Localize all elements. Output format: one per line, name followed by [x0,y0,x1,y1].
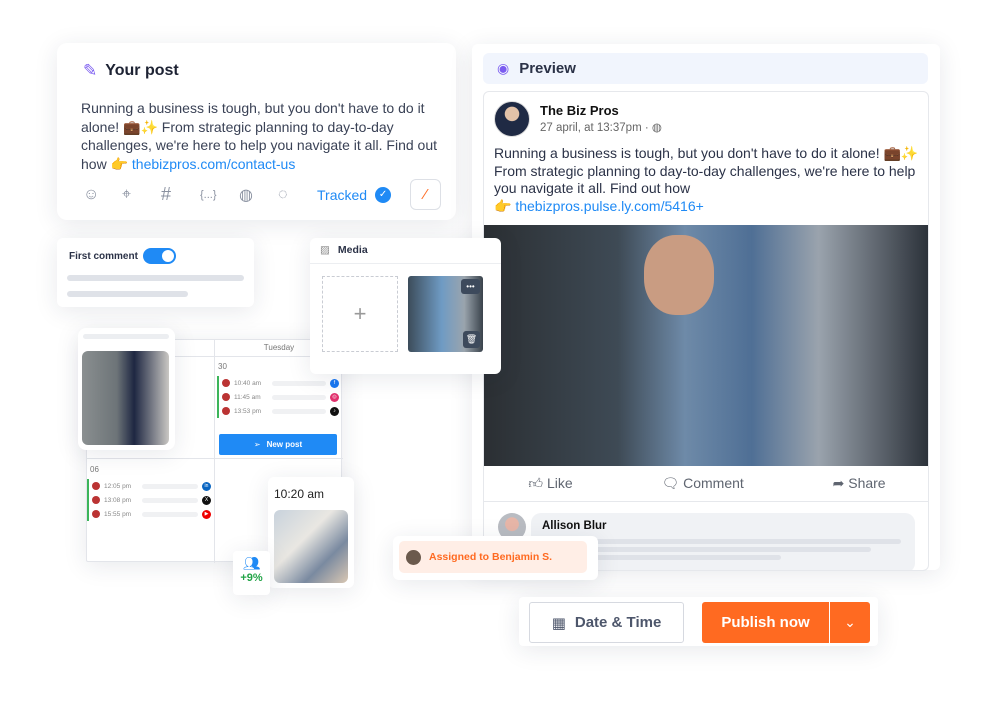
publish-options-dropdown[interactable]: ⌄ [830,602,870,643]
avatar [222,379,230,387]
preview-title: Preview [519,60,576,77]
post-image [484,225,928,466]
add-media-button[interactable]: + [322,276,398,352]
growth-value: +9% [240,572,263,584]
page-avatar [494,101,530,137]
trash-icon[interactable]: 🗑︎ [463,331,480,348]
avatar [92,496,100,504]
scheduled-post-slot[interactable]: 13:08 pm X [87,493,211,507]
preview-panel: ◉ Preview The Biz Pros 27 april, at 13:3… [472,44,940,571]
share-icon: ➦ [832,475,845,491]
slot-placeholder [272,380,326,386]
slot-placeholder [272,394,326,400]
date-06: 06 [90,465,99,474]
scheduled-post-slot[interactable]: 12:05 pm in [87,479,211,493]
first-comment-card: First comment [57,238,254,307]
first-comment-toggle[interactable] [143,248,176,264]
media-title: Media [337,244,368,256]
globe-icon[interactable]: ◍ [239,185,278,205]
new-post-button[interactable]: ➢ New post [219,434,337,455]
instagram-icon: ◎ [330,392,339,402]
scheduled-post-slot[interactable]: 10:40 am f [217,376,339,390]
photo-card [78,328,175,450]
media-thumbnail[interactable]: ••• 🗑︎ [408,276,483,352]
users-icon: 👥︎ [242,555,261,571]
page-name: The Biz Pros [540,103,619,118]
avatar [222,393,230,401]
avatar [222,407,230,415]
scheduled-post-slot[interactable]: 13:53 pm ♪ [217,404,339,418]
slot-placeholder [142,483,198,489]
tiktok-icon: ♪ [330,406,339,416]
facebook-post-preview: The Biz Pros 27 april, at 13:37pm · ◍ Ru… [483,91,929,571]
preview-link[interactable]: thebizpros.pulse.ly.com/5416+ [515,198,703,214]
publish-actions: ▦ Date & Time Publish now ⌄ [519,597,878,646]
magic-wand-button[interactable]: ⁄ [410,179,441,210]
post-title: Your post [105,62,179,79]
woman-photo [82,351,169,445]
slot-time: 13:08 pm [104,496,132,504]
slot-time: 13:53 pm [234,407,262,415]
growth-badge: 👥︎ +9% [233,551,270,595]
more-options-icon[interactable]: ••• [461,279,480,294]
check-icon: ✓ [375,186,392,203]
calendar-icon: ▦ [551,614,566,632]
scheduled-story-card: 10:20 am [268,477,354,588]
x-icon: X [202,495,211,505]
send-icon: ➢ [253,440,261,449]
hashtag-icon[interactable]: # [161,184,200,205]
like-button[interactable]: 👍︎ Like [528,475,572,492]
commenter-name: Allison Blur [542,520,607,532]
eye-icon: ◉ [497,60,510,76]
comment-icon: 🗨︎ [661,475,680,491]
slot-placeholder [272,408,326,414]
share-button[interactable]: ➦ Share [833,475,886,492]
plus-icon: + [353,301,367,326]
slot-time: 10:40 am [234,379,262,387]
chat-icon[interactable]: ◌ [278,186,317,204]
scheduled-post-slot[interactable]: 15:55 pm ▶ [87,507,211,521]
chevron-down-icon: ⌄ [844,614,856,630]
date-time-button[interactable]: ▦ Date & Time [529,602,684,643]
slot-time: 12:05 pm [104,482,132,490]
slot-placeholder [142,511,198,517]
post-date: 27 april, at 13:37pm · [540,122,649,134]
pencil-icon: ✎ [83,61,98,80]
avatar [92,510,100,518]
linkedin-icon: in [202,481,211,491]
meeting-photo [274,510,348,583]
variables-icon[interactable]: {...} [200,189,239,201]
first-comment-label: First comment [69,251,138,262]
assignee-avatar [406,549,421,565]
slot-time: 11:45 am [234,393,261,401]
preview-text: Running a business is tough, but you don… [494,145,919,196]
magic-wand-icon: ⁄ [424,186,427,203]
tracked-label[interactable]: Tracked [317,187,367,203]
avatar [92,482,100,490]
youtube-icon: ▶ [202,509,211,519]
comment-button[interactable]: 🗨︎ Comment [661,475,743,492]
post-text-input[interactable]: Running a business is tough, but you don… [81,99,441,173]
emoji-icon[interactable]: ☺ [83,186,122,204]
slot-placeholder [142,497,198,503]
globe-icon: ◍ [651,122,662,134]
assignment-card: Assigned to Benjamin S. [393,536,598,580]
thumbs-up-icon: 👍︎ [528,475,544,491]
slot-time: 15:55 pm [104,510,132,518]
assigned-text: Assigned to Benjamin S. [429,551,553,563]
post-editor-card: ✎ Your post Running a business is tough,… [57,43,456,220]
story-time: 10:20 am [274,487,325,501]
scheduled-post-slot[interactable]: 11:45 am ◎ [217,390,339,404]
publish-now-button[interactable]: Publish now [702,602,829,643]
date-30: 30 [218,362,227,371]
post-link[interactable]: thebizpros.com/contact-us [132,156,295,172]
location-icon[interactable]: ⌖ [122,186,161,204]
image-icon: ▨ [320,244,330,256]
media-card: ▨ Media + ••• 🗑︎ [310,238,501,374]
facebook-icon: f [330,378,339,388]
